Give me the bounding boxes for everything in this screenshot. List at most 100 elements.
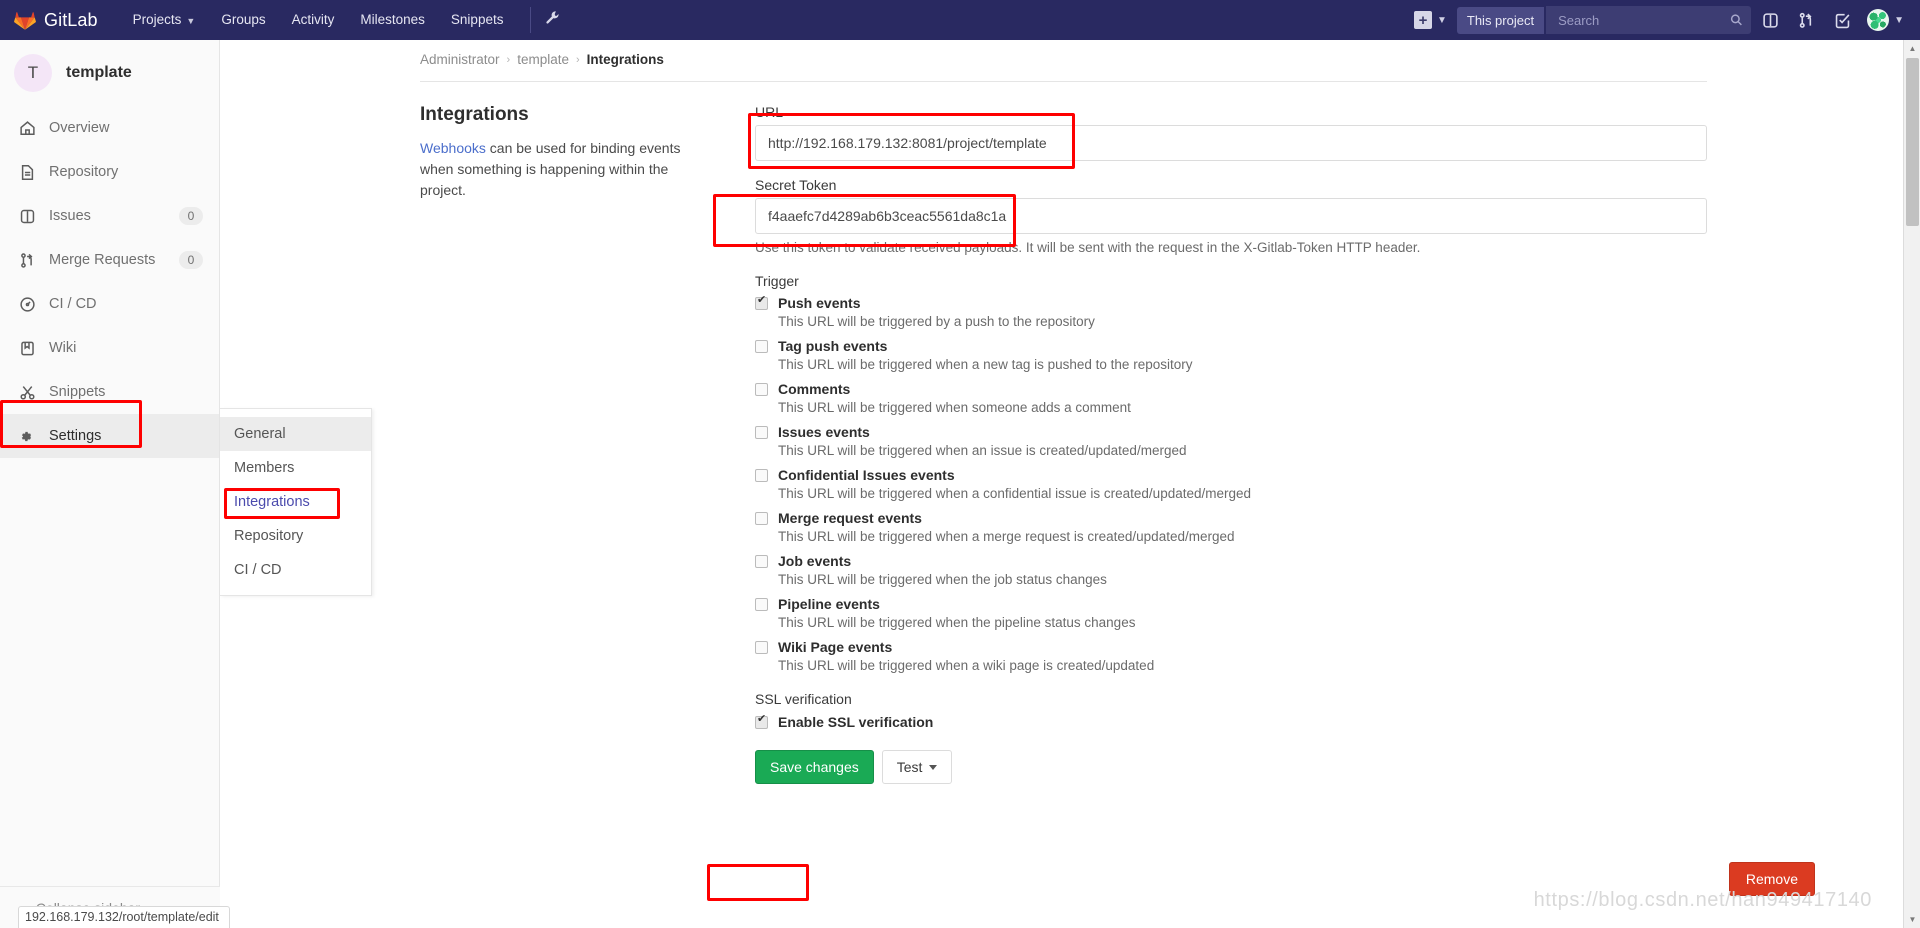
integrations-description-column: Integrations Webhooks can be used for bi… <box>420 104 695 784</box>
sidebar-item-label: Merge Requests <box>49 252 156 268</box>
scroll-up-arrow-icon[interactable]: ▲ <box>1904 40 1920 57</box>
submenu-item-repository[interactable]: Repository <box>220 519 371 553</box>
top-navbar: GitLab Projects ▼ Groups Activity Milest… <box>0 0 1920 40</box>
sidebar-item-merge-requests[interactable]: Merge Requests 0 <box>0 238 219 282</box>
trigger-comments[interactable]: Comments This URL will be triggered when… <box>755 381 1707 415</box>
checkbox-job-events[interactable] <box>755 555 768 568</box>
sidebar-item-label: Repository <box>49 164 119 180</box>
checkbox-confidential-issues-events[interactable] <box>755 469 768 482</box>
trigger-confidential-issues-events[interactable]: Confidential Issues events This URL will… <box>755 467 1707 501</box>
nav-link-activity[interactable]: Activity <box>279 0 348 40</box>
breadcrumb-current: Integrations <box>586 52 664 67</box>
trigger-label: Wiki Page events <box>778 639 893 655</box>
trigger-pipeline-events[interactable]: Pipeline events This URL will be trigger… <box>755 596 1707 630</box>
trigger-description: This URL will be triggered when a merge … <box>778 529 1235 544</box>
search-input[interactable] <box>1556 11 1731 29</box>
url-input[interactable] <box>755 125 1707 161</box>
nav-link-groups[interactable]: Groups <box>208 0 278 40</box>
new-item-button[interactable]: + ▼ <box>1406 11 1455 29</box>
sidebar-item-repository[interactable]: Repository <box>0 150 219 194</box>
sidebar-item-label: CI / CD <box>49 296 97 312</box>
gitlab-logo[interactable]: GitLab <box>14 9 98 31</box>
save-changes-button[interactable]: Save changes <box>755 750 874 784</box>
ssl-checkbox-label: Enable SSL verification <box>778 714 934 730</box>
secret-token-field-group: Secret Token Use this token to validate … <box>755 177 1707 255</box>
test-button-label: Test <box>896 759 923 775</box>
submenu-item-members[interactable]: Members <box>220 451 371 485</box>
issues-nav-icon[interactable] <box>1753 0 1787 40</box>
trigger-label: Tag push events <box>778 338 888 354</box>
sidebar-item-issues[interactable]: Issues 0 <box>0 194 219 238</box>
checkbox-push-events[interactable] <box>755 295 768 310</box>
sidebar-item-ci-cd[interactable]: CI / CD <box>0 282 219 326</box>
trigger-tag-push-events[interactable]: Tag push events This URL will be trigger… <box>755 338 1707 372</box>
wrench-icon[interactable] <box>545 10 560 30</box>
sidebar-item-label: Wiki <box>49 340 77 356</box>
breadcrumb-template[interactable]: template <box>517 52 569 67</box>
project-sidebar: T template Overview Repository Issues 0 … <box>0 40 220 928</box>
integrations-section: Integrations Webhooks can be used for bi… <box>220 82 1907 784</box>
sidebar-project-header[interactable]: T template <box>0 40 219 106</box>
issues-count-badge: 0 <box>179 207 203 225</box>
merge-requests-nav-icon[interactable] <box>1789 0 1823 40</box>
project-name: template <box>66 64 132 81</box>
sidebar-item-label: Snippets <box>49 384 106 400</box>
breadcrumb: Administrator › template › Integrations <box>220 40 1907 67</box>
breadcrumb-administrator[interactable]: Administrator <box>420 52 500 67</box>
trigger-wiki-page-events[interactable]: Wiki Page events This URL will be trigge… <box>755 639 1707 673</box>
sidebar-item-snippets[interactable]: Snippets <box>0 370 219 414</box>
submenu-item-general[interactable]: General <box>220 417 371 451</box>
todos-nav-icon[interactable] <box>1825 0 1859 40</box>
merge-requests-icon <box>18 252 36 269</box>
webhook-form: URL Secret Token Use this token to valid… <box>755 104 1707 784</box>
trigger-job-events[interactable]: Job events This URL will be triggered wh… <box>755 553 1707 587</box>
search-scope-label[interactable]: This project <box>1456 6 1545 34</box>
ssl-verification-row[interactable]: Enable SSL verification <box>755 714 1707 730</box>
checkbox-issues-events[interactable] <box>755 426 768 439</box>
sidebar-item-label: Issues <box>49 208 91 224</box>
user-menu[interactable]: ▼ <box>1861 9 1908 31</box>
checkbox-wiki-page-events[interactable] <box>755 641 768 654</box>
search-box[interactable] <box>1546 6 1752 34</box>
watermark: https://blog.csdn.net/han949417140 <box>1533 889 1872 911</box>
trigger-issues-events[interactable]: Issues events This URL will be triggered… <box>755 424 1707 458</box>
checkbox-comments[interactable] <box>755 383 768 396</box>
document-icon <box>18 164 36 181</box>
trigger-description: This URL will be triggered when an issue… <box>778 443 1187 458</box>
trigger-description: This URL will be triggered when someone … <box>778 400 1131 415</box>
sidebar-item-overview[interactable]: Overview <box>0 106 219 150</box>
trigger-description: This URL will be triggered when a new ta… <box>778 357 1193 372</box>
submenu-item-integrations[interactable]: Integrations <box>220 485 371 519</box>
nav-link-projects[interactable]: Projects ▼ <box>120 0 209 40</box>
trigger-description: This URL will be triggered when a confid… <box>778 486 1252 501</box>
webhooks-link[interactable]: Webhooks <box>420 140 486 156</box>
trigger-label: Comments <box>778 381 851 397</box>
trigger-merge-request-events[interactable]: Merge request events This URL will be tr… <box>755 510 1707 544</box>
trigger-description: This URL will be triggered when the pipe… <box>778 615 1136 630</box>
sidebar-item-wiki[interactable]: Wiki <box>0 326 219 370</box>
nav-link-milestones[interactable]: Milestones <box>347 0 438 40</box>
sidebar-item-settings[interactable]: Settings <box>0 414 219 458</box>
chevron-down-icon: ▼ <box>186 16 196 26</box>
nav-link-snippets[interactable]: Snippets <box>438 0 517 40</box>
scroll-down-arrow-icon[interactable]: ▼ <box>1904 911 1920 928</box>
submenu-item-ci-cd[interactable]: CI / CD <box>220 553 371 587</box>
checkbox-pipeline-events[interactable] <box>755 598 768 611</box>
scrollbar-thumb[interactable] <box>1906 58 1919 226</box>
settings-submenu: General Members Integrations Repository … <box>220 408 372 596</box>
trigger-label: Job events <box>778 553 852 569</box>
nav-link-projects-label: Projects <box>132 12 182 27</box>
project-avatar: T <box>14 54 52 92</box>
secret-token-input[interactable] <box>755 198 1707 234</box>
search-icon <box>1730 14 1742 26</box>
page-scrollbar[interactable]: ▲ ▼ <box>1903 40 1920 928</box>
checkbox-merge-request-events[interactable] <box>755 512 768 525</box>
checkbox-enable-ssl-verification[interactable] <box>755 714 768 729</box>
plus-icon: + <box>1413 11 1432 29</box>
chevron-down-icon: ▼ <box>1436 14 1447 26</box>
trigger-push-events[interactable]: Push events This URL will be triggered b… <box>755 295 1707 329</box>
checkbox-tag-push-events[interactable] <box>755 340 768 353</box>
integrations-description: Webhooks can be used for binding events … <box>420 138 695 201</box>
test-button[interactable]: Test <box>881 750 953 784</box>
scissors-icon <box>18 384 36 401</box>
